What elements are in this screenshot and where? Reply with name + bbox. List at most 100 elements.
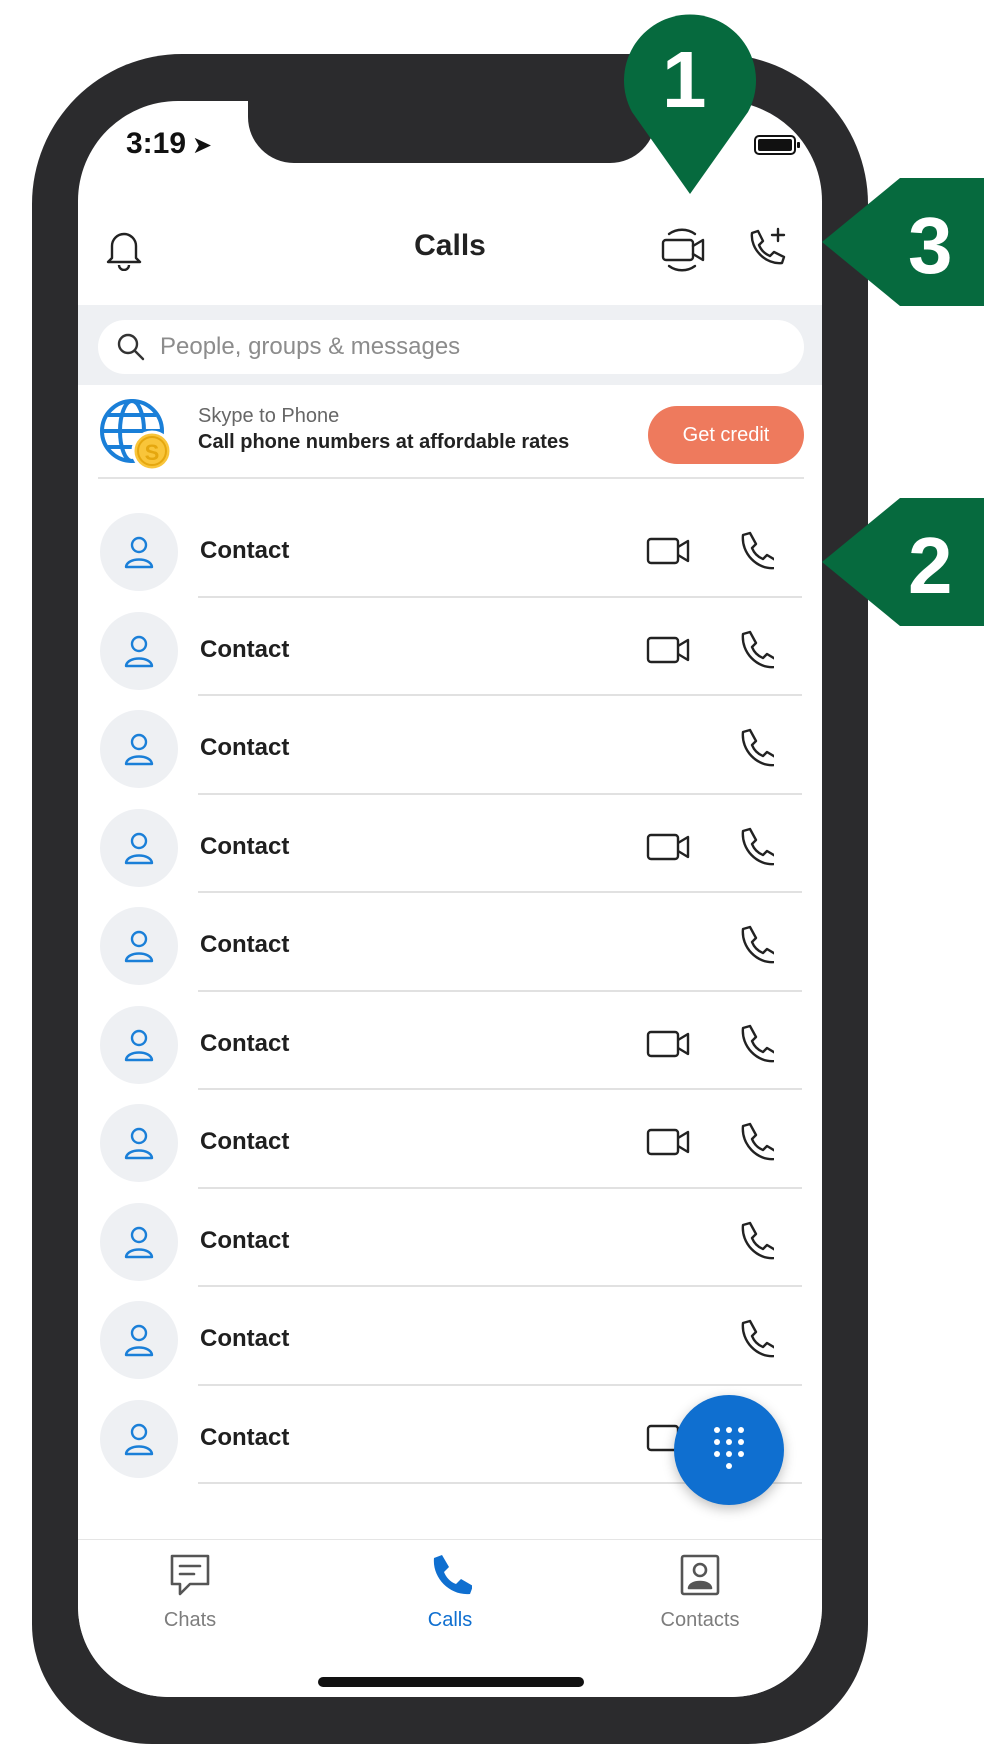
- callout-number-3: 3: [908, 201, 953, 290]
- person-icon: [124, 930, 154, 963]
- audio-call-button[interactable]: [734, 1020, 778, 1066]
- phone-icon: [741, 630, 774, 668]
- phone-icon: [741, 827, 774, 865]
- avatar: [100, 907, 178, 985]
- callout-marker-3: 3: [822, 172, 984, 317]
- search-icon: [117, 333, 145, 361]
- svg-text:S: S: [145, 440, 160, 465]
- new-meeting-button[interactable]: [656, 221, 712, 277]
- phone-icon: [433, 1555, 473, 1595]
- audio-call-button[interactable]: [734, 527, 778, 573]
- callout-pin-2: [822, 498, 984, 626]
- person-icon: [124, 1029, 154, 1061]
- phone-icon: [741, 1024, 774, 1062]
- person-icon: [124, 1127, 154, 1160]
- person-icon: [124, 635, 154, 667]
- phone-icon: [741, 531, 774, 570]
- video-icon: [646, 1128, 690, 1156]
- phone-icon: [741, 1221, 774, 1259]
- video-call-button[interactable]: [644, 1022, 694, 1066]
- avatar: [100, 1202, 178, 1281]
- contact-name: Contact: [200, 1128, 290, 1155]
- audio-call-button[interactable]: [734, 823, 778, 869]
- contact-row[interactable]: Contact: [78, 696, 822, 795]
- skype-to-phone-banner: S Skype to Phone Call phone numbers at a…: [98, 391, 804, 479]
- avatar: [100, 1399, 178, 1478]
- audio-call-button[interactable]: [734, 1217, 778, 1263]
- person-icon: [124, 1423, 154, 1455]
- phone-icon: [741, 728, 774, 767]
- person-icon: [124, 733, 154, 766]
- contact-name: Contact: [200, 635, 290, 663]
- tab-chats[interactable]: Chats: [100, 1552, 280, 1632]
- contact-row[interactable]: Contact: [78, 893, 822, 992]
- phone-frame: 3:19 ➤ Calls People, groups & messages S…: [32, 54, 868, 1744]
- avatar: [100, 513, 178, 591]
- contact-name: Contact: [200, 1226, 290, 1254]
- new-call-button[interactable]: [738, 221, 794, 277]
- phone-icon: [741, 1319, 774, 1358]
- device-notch: [248, 101, 656, 163]
- search-band: [78, 305, 822, 385]
- contact-name: Contact: [200, 1325, 290, 1352]
- phone-icon: [741, 1122, 774, 1161]
- tab-contacts[interactable]: Contacts: [610, 1552, 790, 1632]
- audio-call-button[interactable]: [734, 1118, 778, 1164]
- avatar: [100, 710, 178, 788]
- person-icon: [124, 536, 154, 569]
- contact-row[interactable]: Contact: [78, 1090, 822, 1189]
- contact-row[interactable]: Contact: [78, 499, 822, 598]
- tab-calls[interactable]: Calls: [360, 1552, 540, 1632]
- contact-row[interactable]: Contact: [78, 598, 822, 696]
- video-meeting-icon: [661, 228, 705, 272]
- video-call-button[interactable]: [644, 825, 694, 869]
- tab-bar: Chats Calls Contacts: [78, 1539, 822, 1697]
- contact-row[interactable]: Contact: [78, 1189, 822, 1287]
- get-credit-button[interactable]: Get credit: [648, 406, 804, 464]
- avatar: [100, 808, 178, 887]
- location-arrow-icon: ➤: [192, 132, 213, 159]
- dialpad-button[interactable]: [674, 1395, 784, 1505]
- video-call-button[interactable]: [644, 1120, 694, 1164]
- search-input[interactable]: [160, 333, 760, 361]
- search-box[interactable]: [98, 320, 804, 374]
- video-call-button[interactable]: [644, 529, 694, 573]
- video-icon: [646, 636, 690, 663]
- add-call-icon: [750, 227, 786, 265]
- video-icon: [646, 537, 690, 565]
- person-icon: [124, 1324, 154, 1357]
- recent-calls-list: Contact Contact Contact Contact Contact Conta…: [78, 499, 822, 1484]
- video-call-button[interactable]: [644, 628, 694, 672]
- contact-name: Contact: [200, 1423, 290, 1451]
- contact-row[interactable]: Contact: [78, 795, 822, 893]
- phone-icon: [741, 925, 774, 964]
- callout-pin-3: [822, 178, 984, 306]
- audio-call-button[interactable]: [734, 724, 778, 770]
- audio-call-button[interactable]: [734, 1315, 778, 1361]
- tab-chats-label: Chats: [163, 1609, 217, 1631]
- contact-row[interactable]: Contact: [78, 1287, 822, 1386]
- callout-number-2: 2: [908, 521, 953, 610]
- callout-marker-2: 2: [822, 492, 984, 637]
- app-screen: 3:19 ➤ Calls People, groups & messages S…: [78, 101, 822, 1697]
- avatar: [100, 1005, 178, 1084]
- audio-call-button[interactable]: [734, 921, 778, 967]
- callout-marker-1: 1: [622, 12, 758, 201]
- avatar: [100, 611, 178, 690]
- app-header: Calls: [78, 211, 822, 291]
- status-time-text: 3:19: [126, 127, 187, 160]
- contact-name: Contact: [200, 537, 290, 564]
- avatar: [100, 1301, 178, 1379]
- callout-number-1: 1: [662, 35, 707, 124]
- avatar: [100, 1104, 178, 1182]
- promo-subtitle: Skype to Phone: [198, 405, 340, 427]
- contact-name: Contact: [200, 1029, 290, 1057]
- tab-calls-label: Calls: [427, 1609, 473, 1631]
- promo-message: Call phone numbers at affordable rates: [198, 431, 570, 453]
- contact-row[interactable]: Contact: [78, 992, 822, 1090]
- tab-contacts-label: Contacts: [660, 1609, 740, 1631]
- chat-icon: [170, 1554, 210, 1596]
- contact-card-icon: [680, 1554, 720, 1596]
- contact-name: Contact: [200, 734, 290, 761]
- audio-call-button[interactable]: [734, 626, 778, 672]
